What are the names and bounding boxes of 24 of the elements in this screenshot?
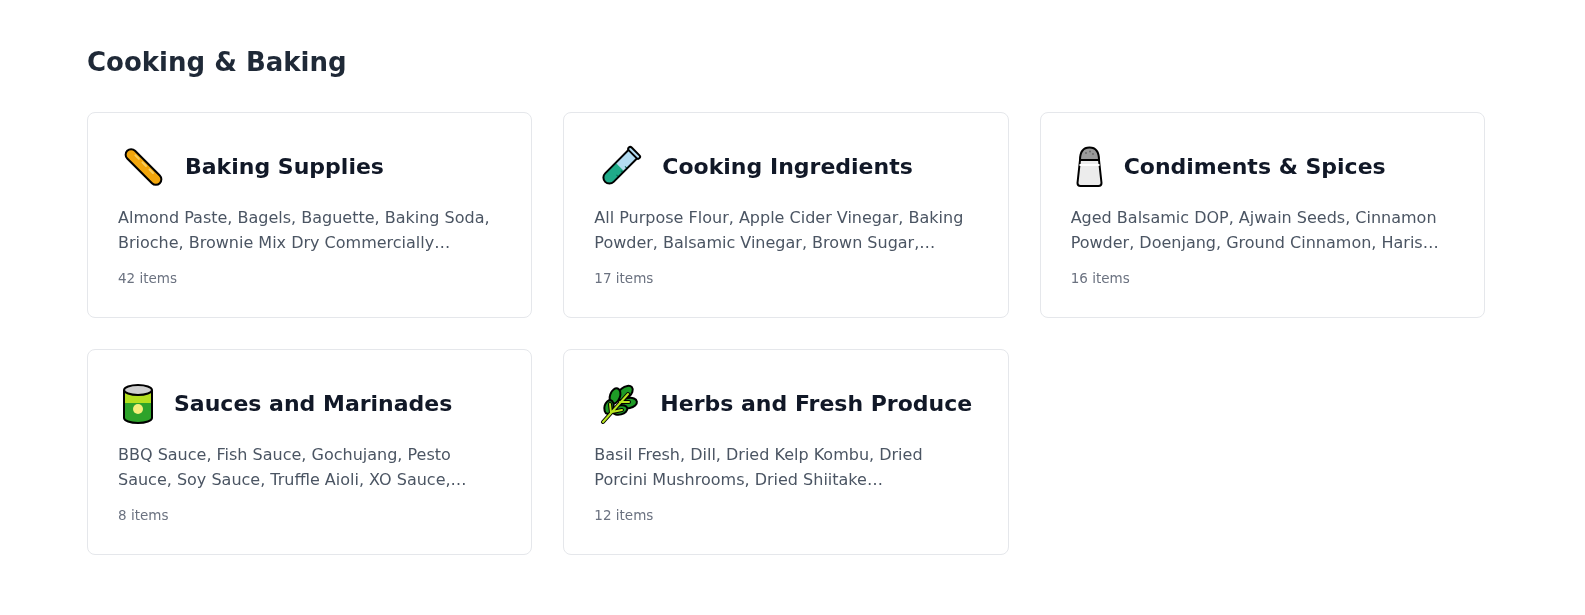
category-title: Cooking Ingredients xyxy=(662,153,913,181)
salt-shaker-icon xyxy=(1074,146,1104,188)
herb-leaf-icon xyxy=(598,382,641,426)
category-card[interactable]: Sauces and Marinades BBQ Sauce, Fish Sauce, Gochujang, Pesto Sauce, Soy Sauce, Truffle Aioli, XO Sauce,… 8 items xyxy=(87,349,533,555)
item-count: 42 items xyxy=(118,269,177,288)
item-count: 17 items xyxy=(594,269,654,288)
item-count: 12 items xyxy=(594,506,654,525)
section-title: Cooking & Baking xyxy=(87,46,347,79)
item-list: Basil Fresh, Dill, Dried Kelp Kombu, Dried Porcini Mushrooms, Dried Shiitake… xyxy=(594,442,973,492)
item-list: Almond Paste, Bagels, Baguette, Baking Soda, Brioche, Brownie Mix Dry Commercially… xyxy=(118,205,496,255)
item-count: 16 items xyxy=(1070,269,1130,288)
category-title: Condiments & Spices xyxy=(1123,153,1386,181)
category-title: Herbs and Fresh Produce xyxy=(660,390,973,418)
category-card[interactable]: Condiments & Spices Aged Balsamic DOP, Ajwain Seeds, Cinnamon Powder, Doenjang, Ground Cinnamon, Haris… 16 items xyxy=(1039,112,1485,318)
category-card[interactable]: Herbs and Fresh Produce Basil Fresh, Dill, Dried Kelp Kombu, Dried Porcini Mushrooms, Dried Shiitake… 12 items xyxy=(563,349,1009,555)
category-title: Sauces and Marinades xyxy=(174,390,453,418)
category-card[interactable]: Baking Supplies Almond Paste, Bagels, Baguette, Baking Soda, Brioche, Brownie Mix Dry Commercially… 42 items xyxy=(87,112,533,318)
item-list: BBQ Sauce, Fish Sauce, Gochujang, Pesto Sauce, Soy Sauce, Truffle Aioli, XO Sauce,… xyxy=(118,442,496,492)
item-list: All Purpose Flour, Apple Cider Vinegar, Baking Powder, Balsamic Vinegar, Brown Sugar,… xyxy=(594,205,973,255)
can-icon xyxy=(122,383,154,425)
item-list: Aged Balsamic DOP, Ajwain Seeds, Cinnamon Powder, Doenjang, Ground Cinnamon, Haris… xyxy=(1070,205,1449,255)
category-title: Baking Supplies xyxy=(185,153,384,181)
item-count: 8 items xyxy=(118,506,169,525)
category-card[interactable]: Cooking Ingredients All Purpose Flour, Apple Cider Vinegar, Baking Powder, Balsamic Vinegar, Brown Sugar,… 17 items xyxy=(563,112,1009,318)
